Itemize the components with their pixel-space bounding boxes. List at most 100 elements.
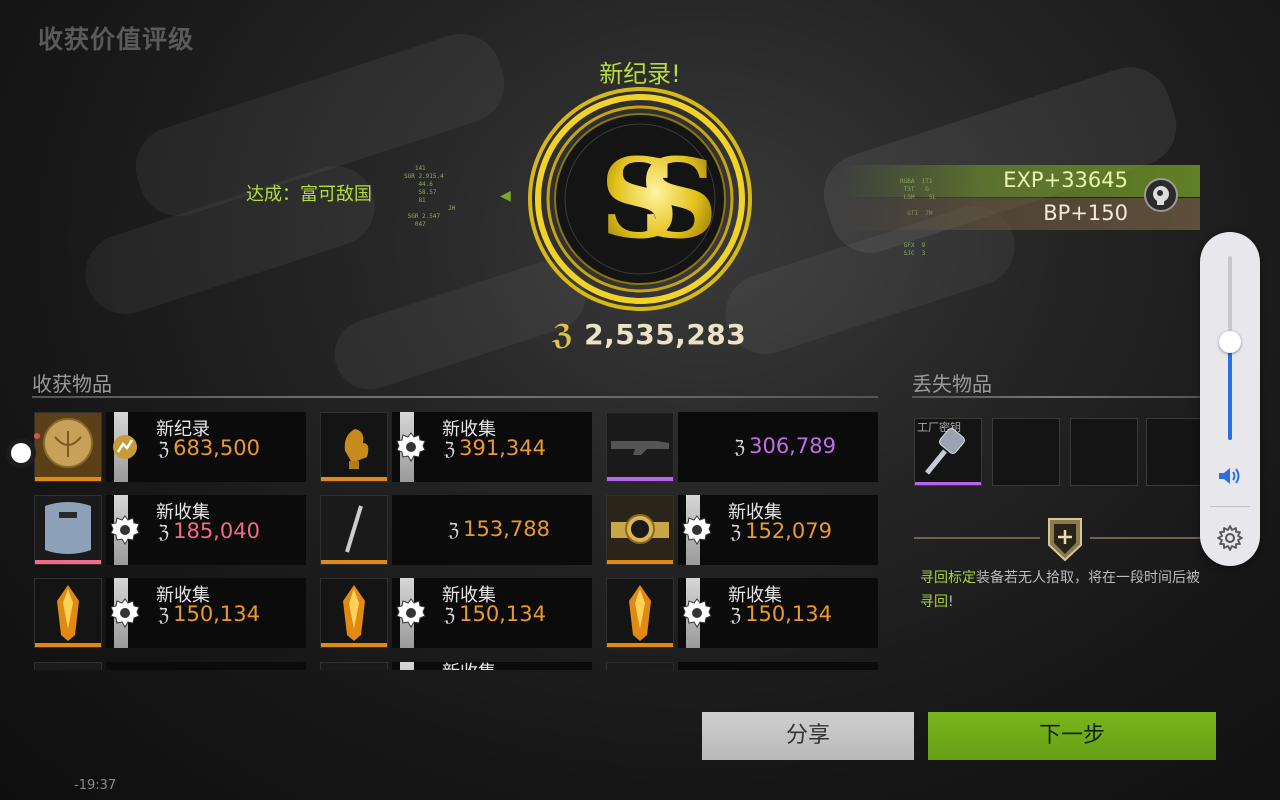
item-price-amount: 150,134 xyxy=(745,602,832,626)
list-item[interactable]: ℨ 153,788 xyxy=(320,495,592,565)
harvest-section-title: 收获物品 xyxy=(32,372,112,396)
currency-icon: ℨ xyxy=(448,520,460,541)
item-thumbnail xyxy=(34,662,102,670)
shield-plus-icon xyxy=(1048,518,1082,562)
achievement-prefix: 达成： xyxy=(246,184,300,205)
lost-section-divider xyxy=(912,396,1202,398)
bp-reward: BP+150 xyxy=(1043,201,1128,225)
chevron-left-icon: ◀ xyxy=(500,188,511,204)
item-price: ℨ 683,500 xyxy=(158,436,260,460)
key-icon xyxy=(925,428,965,475)
currency-icon: ℨ xyxy=(552,318,574,351)
list-item[interactable]: 新收集 ℨ 391,344 xyxy=(320,412,592,482)
item-thumbnail xyxy=(34,578,102,648)
clock-text: -19:37 xyxy=(74,778,117,793)
item-stripe xyxy=(400,662,414,670)
item-price-amount: 185,040 xyxy=(173,519,260,543)
volume-slider-fill xyxy=(1228,342,1232,440)
item-thumbnail xyxy=(320,412,388,482)
achievement-value: 富可敌国 xyxy=(300,184,372,205)
item-thumbnail xyxy=(320,495,388,565)
volume-overlay-divider xyxy=(1210,506,1250,507)
list-item[interactable]: ℨ 306,789 xyxy=(606,412,878,482)
gear-icon[interactable] xyxy=(1216,524,1244,552)
item-price: ℨ 150,134 xyxy=(730,602,832,626)
record-trend-icon xyxy=(110,432,140,462)
currency-icon: ℨ xyxy=(734,437,746,458)
item-price-amount: 153,788 xyxy=(463,517,550,541)
notice-text: 装备若无人拾取，将在一段时间后被 xyxy=(976,570,1200,586)
gear-badge-icon xyxy=(682,515,712,545)
item-price-amount: 150,134 xyxy=(459,602,546,626)
ornament-line-right xyxy=(1090,537,1202,539)
total-value: ℨ 2,535,283 xyxy=(552,318,746,351)
list-item[interactable]: 新收集 ℨ 152,079 xyxy=(606,495,878,565)
gear-badge-icon xyxy=(396,432,426,462)
volume-slider-knob[interactable] xyxy=(1219,331,1241,354)
currency-icon: ℨ xyxy=(444,605,456,626)
gear-badge-icon xyxy=(110,598,140,628)
item-info xyxy=(678,662,878,670)
item-price: ℨ 185,040 xyxy=(158,519,260,543)
currency-icon: ℨ xyxy=(730,522,742,543)
speaker-icon[interactable] xyxy=(1216,464,1244,488)
head-profile-icon[interactable] xyxy=(1144,178,1178,212)
rank-badge-icon: SS xyxy=(528,87,752,311)
item-price: ℨ 150,134 xyxy=(444,602,546,626)
list-item[interactable]: 新纪录 ℨ 683,500 xyxy=(34,412,306,482)
rarity-bar xyxy=(915,482,981,485)
lost-item-slot-empty xyxy=(1146,418,1202,486)
new-record-label: 新纪录! xyxy=(599,60,681,88)
lost-item-slot-empty xyxy=(1070,418,1138,486)
item-thumbnail xyxy=(606,495,674,565)
item-thumbnail xyxy=(34,412,102,482)
rarity-bar xyxy=(607,643,673,647)
harvest-section-divider xyxy=(32,396,878,398)
currency-icon: ℨ xyxy=(158,439,170,460)
item-price-amount: 152,079 xyxy=(745,519,832,543)
rarity-bar xyxy=(321,477,387,481)
item-price-amount: 306,789 xyxy=(749,434,836,458)
notice-highlight: 寻回 xyxy=(920,594,948,610)
volume-overlay xyxy=(1200,232,1260,566)
list-item[interactable]: 新收集 ℨ 150,134 xyxy=(34,578,306,648)
list-item[interactable]: 新收集 ℨ 185,040 xyxy=(34,495,306,565)
total-value-amount: 2,535,283 xyxy=(584,318,747,351)
next-step-button[interactable]: 下一步 xyxy=(928,712,1216,760)
item-info xyxy=(106,662,306,670)
currency-icon: ℨ xyxy=(730,605,742,626)
list-item-partial[interactable] xyxy=(606,662,878,670)
gear-badge-icon xyxy=(396,598,426,628)
share-button[interactable]: 分享 xyxy=(702,712,914,760)
reward-panel: EXP+33645 BP+150 xyxy=(840,165,1200,231)
list-item-partial[interactable] xyxy=(34,662,306,670)
item-thumbnail xyxy=(320,578,388,648)
item-label: 新收集 xyxy=(442,662,496,670)
exp-reward: EXP+33645 xyxy=(1003,168,1128,192)
rarity-bar xyxy=(607,477,673,481)
item-price: ℨ 306,789 xyxy=(734,434,836,458)
item-price: ℨ 150,134 xyxy=(158,602,260,626)
ornament-line-left xyxy=(914,537,1040,539)
hud-readout-left-small: JH xyxy=(448,205,456,212)
item-thumbnail xyxy=(606,412,674,482)
hud-readout-left: 141 SGR 2.915.4 44.6 58.57 81 SGR 2.547 … xyxy=(404,165,444,228)
lost-item-slot[interactable]: 工厂密钥 xyxy=(914,418,982,486)
list-item[interactable]: 新收集 ℨ 150,134 xyxy=(320,578,592,648)
gear-badge-icon xyxy=(682,598,712,628)
list-item[interactable]: 新收集 ℨ 150,134 xyxy=(606,578,878,648)
list-item-partial[interactable]: 新收集 xyxy=(320,662,592,670)
item-price-amount: 683,500 xyxy=(173,436,260,460)
item-price-amount: 391,344 xyxy=(459,436,546,460)
achievement-text: 达成：富可敌国 xyxy=(246,180,372,206)
notice-highlight: 寻回标定 xyxy=(920,570,976,586)
gear-badge-icon xyxy=(110,515,140,545)
item-thumbnail xyxy=(606,662,674,670)
lost-item-slot-empty xyxy=(992,418,1060,486)
rarity-bar xyxy=(35,643,101,647)
floating-assist-button[interactable] xyxy=(6,438,36,468)
rarity-bar xyxy=(607,560,673,564)
currency-icon: ℨ xyxy=(158,522,170,543)
rarity-bar xyxy=(35,560,101,564)
page-title: 收获价值评级 xyxy=(38,25,195,54)
